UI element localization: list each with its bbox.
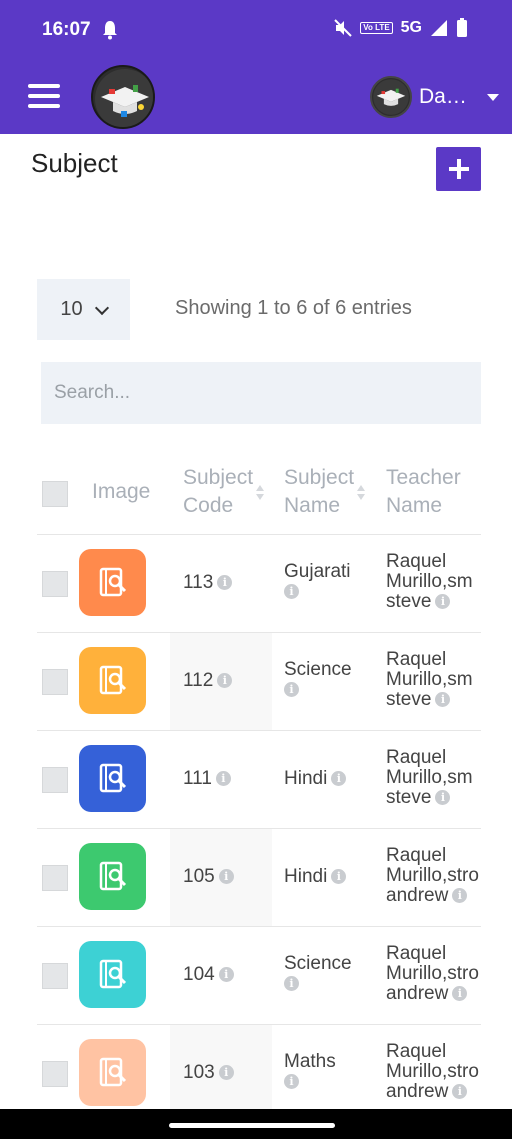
network-type: 5G [400, 19, 422, 36]
teacher-name: Raquel Murillo,sm steve i [386, 551, 473, 612]
book-search-icon [99, 959, 126, 988]
book-search-icon [99, 665, 126, 694]
row-checkbox[interactable] [42, 669, 68, 695]
search-input[interactable] [41, 362, 481, 424]
system-nav-bar [0, 1109, 512, 1139]
row-checkbox[interactable] [42, 571, 68, 597]
chevron-down-icon [94, 300, 109, 315]
teacher-name: Raquel Murillo,sm steve i [386, 649, 473, 710]
subject-name: Maths i [284, 1051, 336, 1090]
table-header: Image Subject Code Subject Name Teacher … [37, 453, 481, 535]
hamburger-icon [28, 84, 60, 88]
info-icon[interactable]: i [284, 682, 299, 698]
entries-info: Showing 1 to 6 of 6 entries [175, 297, 412, 319]
header-subject-code[interactable]: Subject Code [183, 464, 253, 520]
subject-name: Gujarati i [284, 561, 351, 600]
home-gesture-bar[interactable] [169, 1123, 335, 1128]
subject-image [79, 843, 146, 910]
subject-image [79, 745, 146, 812]
subject-name: Hindi i [284, 769, 347, 789]
bell-icon [103, 21, 117, 40]
info-icon[interactable]: i [435, 594, 451, 610]
info-icon[interactable]: i [217, 673, 233, 689]
header-teacher-name[interactable]: Teacher Name [386, 464, 461, 520]
info-icon[interactable]: i [331, 869, 347, 885]
info-icon[interactable]: i [215, 771, 231, 787]
subject-image [79, 549, 146, 616]
signal-icon [431, 20, 447, 36]
book-search-icon [99, 763, 126, 792]
teacher-name: Raquel Murillo,stro andrew i [386, 1041, 479, 1102]
info-icon[interactable]: i [217, 575, 233, 591]
info-icon[interactable]: i [452, 888, 468, 904]
subject-table: Image Subject Code Subject Name Teacher … [37, 453, 481, 1113]
battery-icon [457, 18, 467, 37]
subject-image [79, 1039, 146, 1106]
book-search-icon [99, 861, 126, 890]
graduation-cap-icon [95, 69, 153, 127]
row-checkbox[interactable] [42, 767, 68, 793]
volte-icon: Vo LTE [360, 22, 393, 34]
subject-code: 103 i [183, 1063, 234, 1083]
status-time: 16:07 [42, 19, 91, 40]
book-search-icon [99, 1057, 126, 1086]
subject-code: 111 i [183, 769, 231, 789]
row-checkbox[interactable] [42, 865, 68, 891]
app-header: 16:07 Vo LTE 5G Dash [0, 0, 512, 134]
header-image: Image [92, 480, 151, 503]
chevron-down-icon [487, 93, 499, 101]
plus-icon [448, 159, 469, 179]
info-icon[interactable]: i [284, 1074, 299, 1090]
subject-name: Science i [284, 659, 352, 698]
info-icon[interactable]: i [284, 584, 299, 600]
teacher-name: Raquel Murillo,stro andrew i [386, 845, 479, 906]
mute-icon [334, 19, 352, 37]
user-menu[interactable]: Dashboard [370, 76, 499, 118]
teacher-name: Raquel Murillo,sm steve i [386, 747, 473, 808]
table-row[interactable]: 105 i Hindi i Raquel Murillo,stro andrew i [37, 829, 481, 927]
info-icon[interactable]: i [435, 790, 451, 806]
sort-icon[interactable] [357, 485, 365, 501]
subject-image [79, 647, 146, 714]
graduation-cap-icon [373, 79, 409, 115]
subject-code: 113 i [183, 573, 233, 593]
page-title: Subject [31, 148, 118, 178]
info-icon[interactable]: i [218, 1065, 234, 1081]
page-size-value: 10 [60, 298, 83, 320]
subject-name: Hindi i [284, 867, 347, 887]
table-row[interactable]: 103 i Maths i Raquel Murillo,stro andrew i [37, 1025, 481, 1113]
info-icon[interactable]: i [452, 986, 468, 1002]
subject-code: 112 i [183, 671, 233, 691]
table-row[interactable]: 112 i Science i Raquel Murillo,sm steve i [37, 633, 481, 731]
row-checkbox[interactable] [42, 1061, 68, 1087]
menu-button[interactable] [28, 84, 60, 108]
book-search-icon [99, 567, 126, 596]
subject-code: 105 i [183, 867, 234, 887]
info-icon[interactable]: i [452, 1084, 468, 1100]
info-icon[interactable]: i [284, 976, 299, 992]
subject-code: 104 i [183, 965, 234, 985]
table-row[interactable]: 104 i Science i Raquel Murillo,stro andrew i [37, 927, 481, 1025]
app-logo[interactable] [91, 65, 155, 129]
subject-image [79, 941, 146, 1008]
table-row[interactable]: 111 i Hindi i Raquel Murillo,sm steve i [37, 731, 481, 829]
select-all-checkbox[interactable] [42, 481, 68, 507]
user-name: Dashboard [419, 85, 473, 108]
info-icon[interactable]: i [218, 869, 234, 885]
info-icon[interactable]: i [331, 771, 347, 787]
page-size-select[interactable]: 10 [37, 279, 130, 340]
info-icon[interactable]: i [435, 692, 451, 708]
sort-icon[interactable] [256, 485, 264, 501]
status-bar: 16:07 Vo LTE 5G [0, 0, 512, 60]
teacher-name: Raquel Murillo,stro andrew i [386, 943, 479, 1004]
header-subject-name[interactable]: Subject Name [284, 464, 354, 520]
avatar [370, 76, 412, 118]
table-row[interactable]: 113 i Gujarati i Raquel Murillo,sm steve i [37, 535, 481, 633]
subject-name: Science i [284, 953, 352, 992]
info-icon[interactable]: i [218, 967, 234, 983]
add-subject-button[interactable] [436, 147, 481, 191]
row-checkbox[interactable] [42, 963, 68, 989]
status-icons: Vo LTE 5G [334, 18, 468, 38]
